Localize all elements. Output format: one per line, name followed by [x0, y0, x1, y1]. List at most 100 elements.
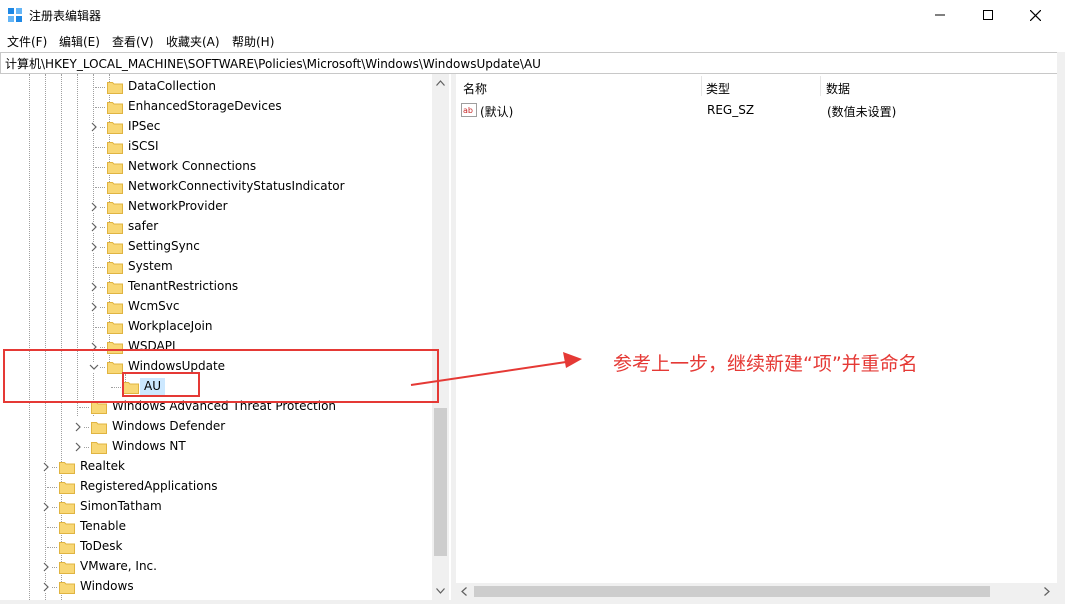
address-bar[interactable]: 计算机\HKEY_LOCAL_MACHINE\SOFTWARE\Policies…: [0, 52, 1059, 74]
tree-item[interactable]: NetworkProvider: [0, 197, 430, 217]
menu-edit[interactable]: 编辑(E): [59, 33, 100, 50]
minimize-button[interactable]: [917, 0, 963, 30]
chevron-right-icon[interactable]: [73, 422, 83, 432]
scroll-down-icon[interactable]: [436, 588, 445, 594]
tree-item[interactable]: System: [0, 257, 430, 277]
tree-item-label: Windows: [80, 579, 134, 593]
scroll-up-icon[interactable]: [436, 80, 445, 86]
chevron-right-icon[interactable]: [73, 442, 83, 452]
folder-icon: [91, 422, 107, 434]
chevron-right-icon[interactable]: [89, 222, 99, 232]
tree-item[interactable]: Tenable: [0, 517, 430, 537]
chevron-right-icon[interactable]: [89, 302, 99, 312]
tree-item-label: DataCollection: [128, 79, 217, 93]
value-type: REG_SZ: [707, 103, 755, 117]
key-tree[interactable]: DataCollection EnhancedStorageDevices IPSe…: [0, 74, 451, 600]
folder-icon: [107, 322, 123, 334]
tree-connector: [95, 107, 105, 108]
tree-item[interactable]: Windows NT: [0, 437, 430, 457]
tree-item[interactable]: iSCSI: [0, 137, 430, 157]
tree-item-label: SettingSync: [128, 239, 200, 253]
list-hscroll-thumb[interactable]: [474, 586, 990, 597]
tree-item[interactable]: Realtek: [0, 457, 430, 477]
tree-item[interactable]: Windows: [0, 577, 430, 597]
close-icon: [1029, 9, 1041, 21]
scroll-right-icon[interactable]: [1044, 587, 1050, 596]
folder-icon: [107, 182, 123, 194]
tree-connector: [95, 167, 105, 168]
svg-text:ab: ab: [463, 106, 473, 115]
tree-connector: [47, 527, 57, 528]
tree-scroll-thumb[interactable]: [434, 408, 447, 556]
tree-item-label: Windows NT: [112, 439, 186, 453]
tree-item[interactable]: Windows Defender: [0, 417, 430, 437]
tree-item-label: EnhancedStorageDevices: [128, 99, 282, 113]
chevron-right-icon[interactable]: [89, 202, 99, 212]
menu-file[interactable]: 文件(F): [7, 33, 47, 50]
maximize-icon: [983, 10, 993, 20]
close-button[interactable]: [1012, 0, 1058, 30]
highlight-box-windowsupdate: [3, 349, 439, 403]
annotation-text: 参考上一步，继续新建“项”并重命名: [613, 353, 918, 375]
title-bar: 注册表编辑器: [0, 0, 1065, 30]
column-header-name[interactable]: 名称: [463, 80, 487, 97]
folder-icon: [59, 462, 75, 474]
column-header-type[interactable]: 类型: [706, 80, 730, 97]
menu-help[interactable]: 帮助(H): [232, 33, 274, 50]
value-list[interactable]: 名称 类型 数据 ab (默认) REG_SZ (数值未设置): [456, 74, 1057, 600]
tree-item-label: RegisteredApplications: [80, 479, 218, 493]
folder-icon: [107, 202, 123, 214]
value-name: (默认): [480, 105, 514, 119]
tree-item[interactable]: WcmSvc: [0, 297, 430, 317]
chevron-right-icon[interactable]: [41, 502, 51, 512]
chevron-right-icon[interactable]: [41, 582, 51, 592]
menu-favorites[interactable]: 收藏夹(A): [166, 33, 220, 50]
tree-item[interactable]: WorkplaceJoin: [0, 317, 430, 337]
column-separator[interactable]: [701, 76, 702, 96]
tree-item[interactable]: EnhancedStorageDevices: [0, 97, 430, 117]
window-border: [1057, 52, 1065, 604]
chevron-right-icon[interactable]: [89, 242, 99, 252]
tree-item[interactable]: SettingSync: [0, 237, 430, 257]
folder-icon: [107, 142, 123, 154]
tree-item-label: Realtek: [80, 459, 125, 473]
tree-item-label: WcmSvc: [128, 299, 180, 313]
tree-item-label: Network Connections: [128, 159, 257, 173]
tree-item[interactable]: IPSec: [0, 117, 430, 137]
tree-item[interactable]: NetworkConnectivityStatusIndicator: [0, 177, 430, 197]
tree-item[interactable]: RegisteredApplications: [0, 477, 430, 497]
tree-item[interactable]: TenantRestrictions: [0, 277, 430, 297]
folder-icon: [107, 302, 123, 314]
chevron-right-icon[interactable]: [41, 562, 51, 572]
chevron-right-icon[interactable]: [89, 122, 99, 132]
string-value-icon: ab: [461, 103, 477, 117]
folder-icon: [107, 102, 123, 114]
scroll-left-icon[interactable]: [461, 587, 467, 596]
folder-icon: [91, 442, 107, 454]
maximize-button[interactable]: [965, 0, 1011, 30]
chevron-right-icon[interactable]: [41, 462, 51, 472]
tree-item[interactable]: ToDesk: [0, 537, 430, 557]
folder-icon: [107, 242, 123, 254]
tree-item[interactable]: VMware, Inc.: [0, 557, 430, 577]
value-row[interactable]: ab (默认) REG_SZ (数值未设置): [456, 100, 1056, 120]
highlight-box-au: [122, 372, 200, 397]
folder-icon: [107, 282, 123, 294]
column-separator[interactable]: [820, 76, 821, 96]
folder-icon: [59, 542, 75, 554]
tree-item-label: SimonTatham: [80, 499, 162, 513]
tree-item[interactable]: SimonTatham: [0, 497, 430, 517]
chevron-right-icon[interactable]: [89, 282, 99, 292]
tree-item-label: Windows Defender: [112, 419, 226, 433]
tree-item[interactable]: Network Connections: [0, 157, 430, 177]
folder-icon: [107, 122, 123, 134]
tree-item[interactable]: DataCollection: [0, 77, 430, 97]
column-header-data[interactable]: 数据: [826, 80, 850, 97]
tree-item-label: System: [128, 259, 173, 273]
tree-connector: [95, 327, 105, 328]
folder-icon: [107, 82, 123, 94]
value-data: (数值未设置): [827, 105, 897, 119]
menu-view[interactable]: 查看(V): [112, 33, 154, 50]
tree-item[interactable]: safer: [0, 217, 430, 237]
address-path[interactable]: 计算机\HKEY_LOCAL_MACHINE\SOFTWARE\Policies…: [5, 55, 541, 72]
